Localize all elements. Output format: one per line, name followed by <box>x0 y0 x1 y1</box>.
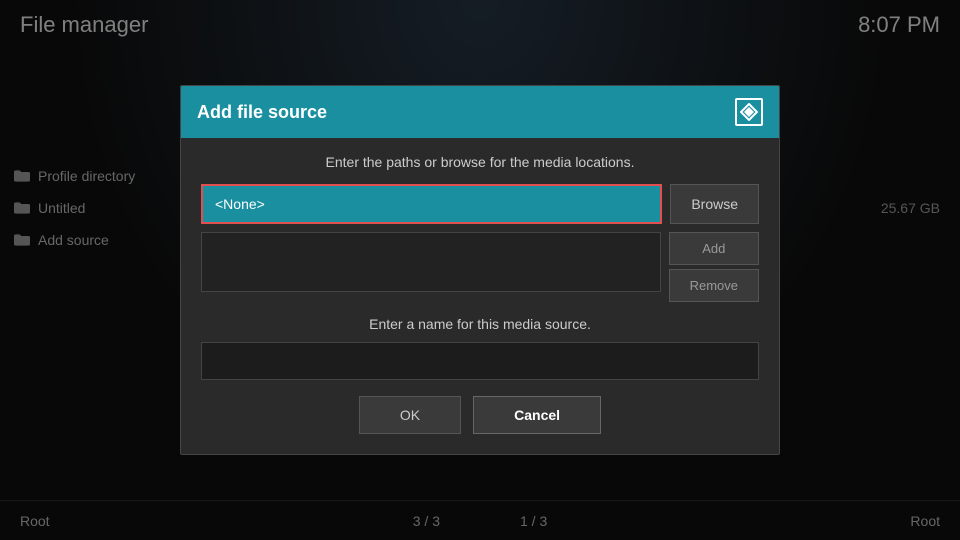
cancel-button[interactable]: Cancel <box>473 396 601 434</box>
kodi-logo-button[interactable] <box>735 98 763 126</box>
remove-button[interactable]: Remove <box>669 269 759 302</box>
path-list <box>201 232 661 292</box>
browse-button[interactable]: Browse <box>670 184 759 224</box>
add-button[interactable]: Add <box>669 232 759 265</box>
dialog-header: Add file source <box>181 86 779 138</box>
dialog-instruction-1: Enter the paths or browse for the media … <box>201 154 759 170</box>
dialog-instruction-2: Enter a name for this media source. <box>201 316 759 332</box>
ok-button[interactable]: OK <box>359 396 461 434</box>
modal-overlay: Add file source Enter the paths or brows… <box>0 0 960 540</box>
dialog-body: Enter the paths or browse for the media … <box>181 138 779 454</box>
kodi-icon <box>740 103 758 121</box>
side-buttons: Add Remove <box>669 232 759 302</box>
add-file-source-dialog: Add file source Enter the paths or brows… <box>180 85 780 455</box>
path-input[interactable] <box>201 184 662 224</box>
dialog-title: Add file source <box>197 102 327 123</box>
path-list-area: Add Remove <box>201 232 759 302</box>
path-row: Browse <box>201 184 759 224</box>
name-input[interactable] <box>201 342 759 380</box>
dialog-footer: OK Cancel <box>201 396 759 438</box>
